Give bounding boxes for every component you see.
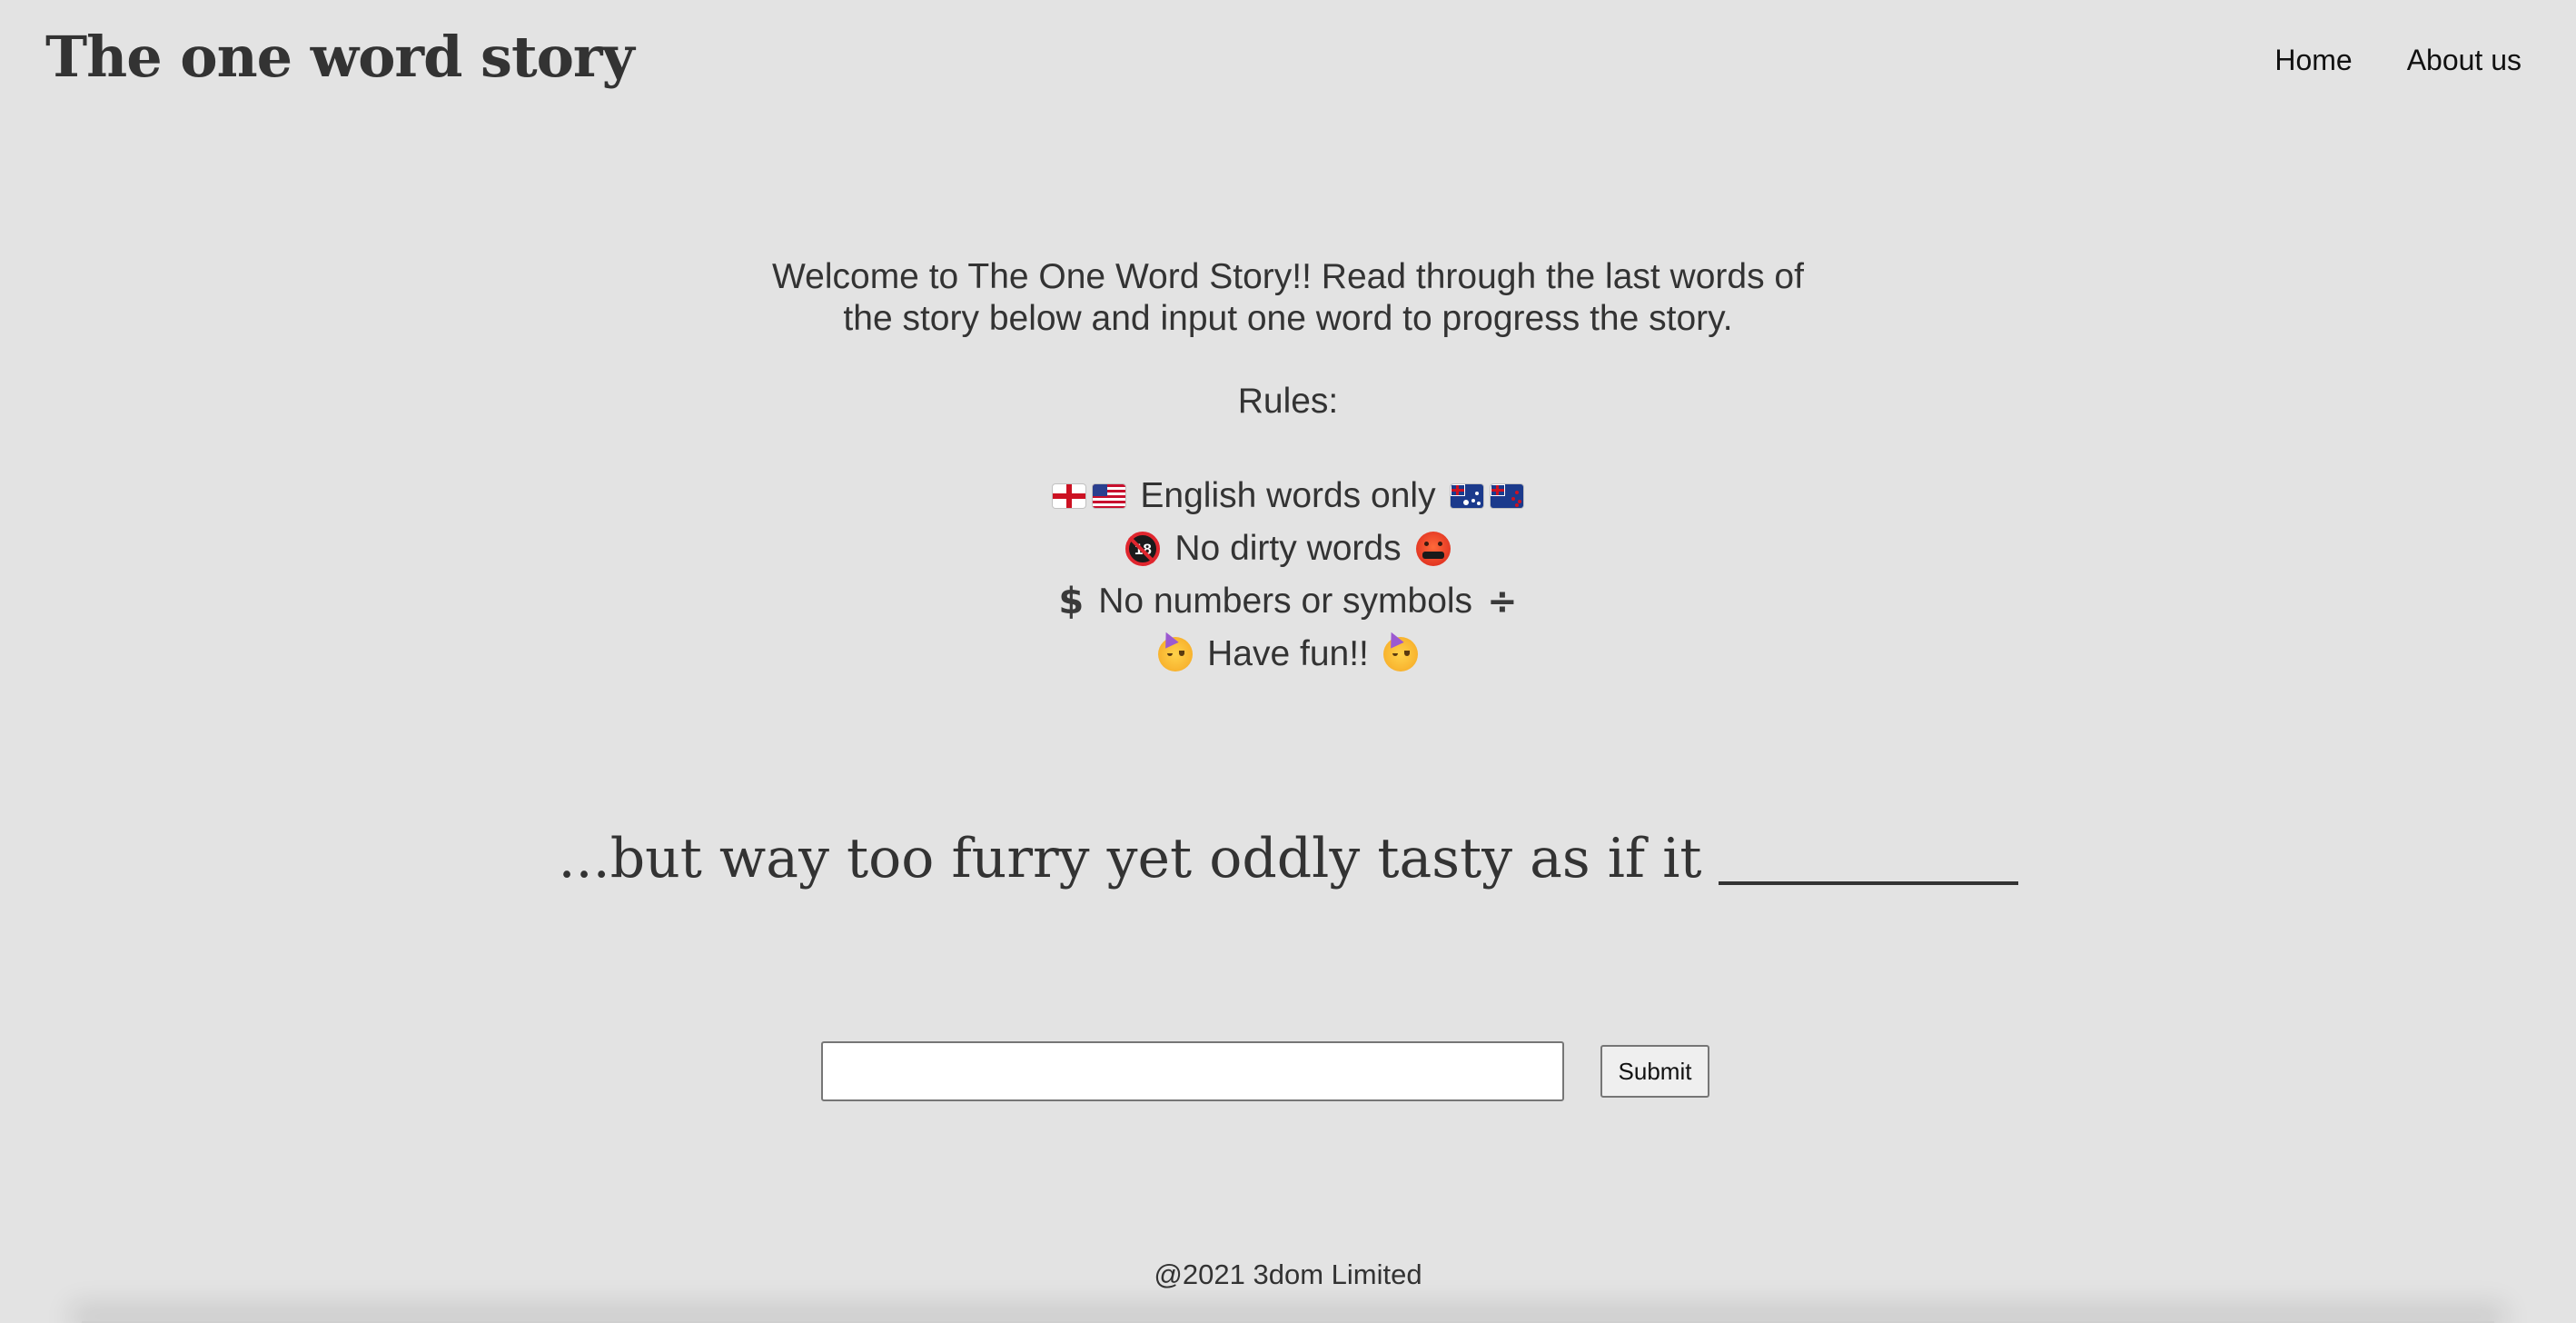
angry-cursing-face-icon [1415,532,1451,566]
rule-no-numbers-symbols: $ No numbers or symbols ÷ [0,575,2576,628]
rule-text: English words only [1140,476,1436,515]
division-sign-icon: ÷ [1487,581,1518,622]
main-nav: Home About us [2274,44,2522,77]
rule-text: Have fun!! [1207,634,1369,673]
site-header: The one word story Home About us [0,0,2576,136]
rule-text: No numbers or symbols [1098,582,1473,621]
story-last-words: ...but way too furry yet oddly tasty as … [558,827,1702,890]
word-input[interactable] [821,1041,1564,1101]
rule-have-fun: Have fun!! [0,628,2576,681]
party-face-icon [1382,637,1418,671]
welcome-text: Welcome to The One Word Story!! Read thr… [772,257,1804,338]
site-footer: @2021 3dom Limited [0,1258,2576,1291]
submit-button[interactable]: Submit [1600,1045,1709,1098]
rule-english-only: English words only [0,470,2576,522]
new-zealand-flag-icon [1490,484,1523,508]
nav-about-us-link[interactable]: About us [2407,44,2522,77]
no-under-18-label: 18 [1134,540,1152,558]
australia-flag-icon [1450,484,1483,508]
nav-home-link[interactable]: Home [2274,44,2352,77]
story-line: ...but way too furry yet oddly tasty as … [558,827,2018,890]
england-flag-icon [1053,484,1086,508]
rule-no-dirty-words: 18 No dirty words [0,522,2576,575]
story-blank [1718,874,2018,885]
copyright-text: @2021 3dom Limited [1154,1258,1422,1290]
story-section: ...but way too furry yet oddly tasty as … [0,827,2576,890]
dollar-sign-icon: $ [1058,581,1085,622]
party-face-icon [1158,637,1194,671]
rule-text: No dirty words [1174,529,1402,568]
rule-right-icons [1450,484,1523,508]
rules-heading: Rules: [1237,382,1339,421]
no-under-18-icon: 18 [1125,532,1161,566]
site-title[interactable]: The one word story [45,24,635,90]
rules-list: English words only 18 No dirty words $ N… [0,470,2576,681]
intro-section: Welcome to The One Word Story!! Read thr… [0,256,2576,681]
word-form: Submit [821,1041,1709,1101]
usa-flag-icon [1093,484,1126,508]
rule-left-icons [1053,484,1126,508]
